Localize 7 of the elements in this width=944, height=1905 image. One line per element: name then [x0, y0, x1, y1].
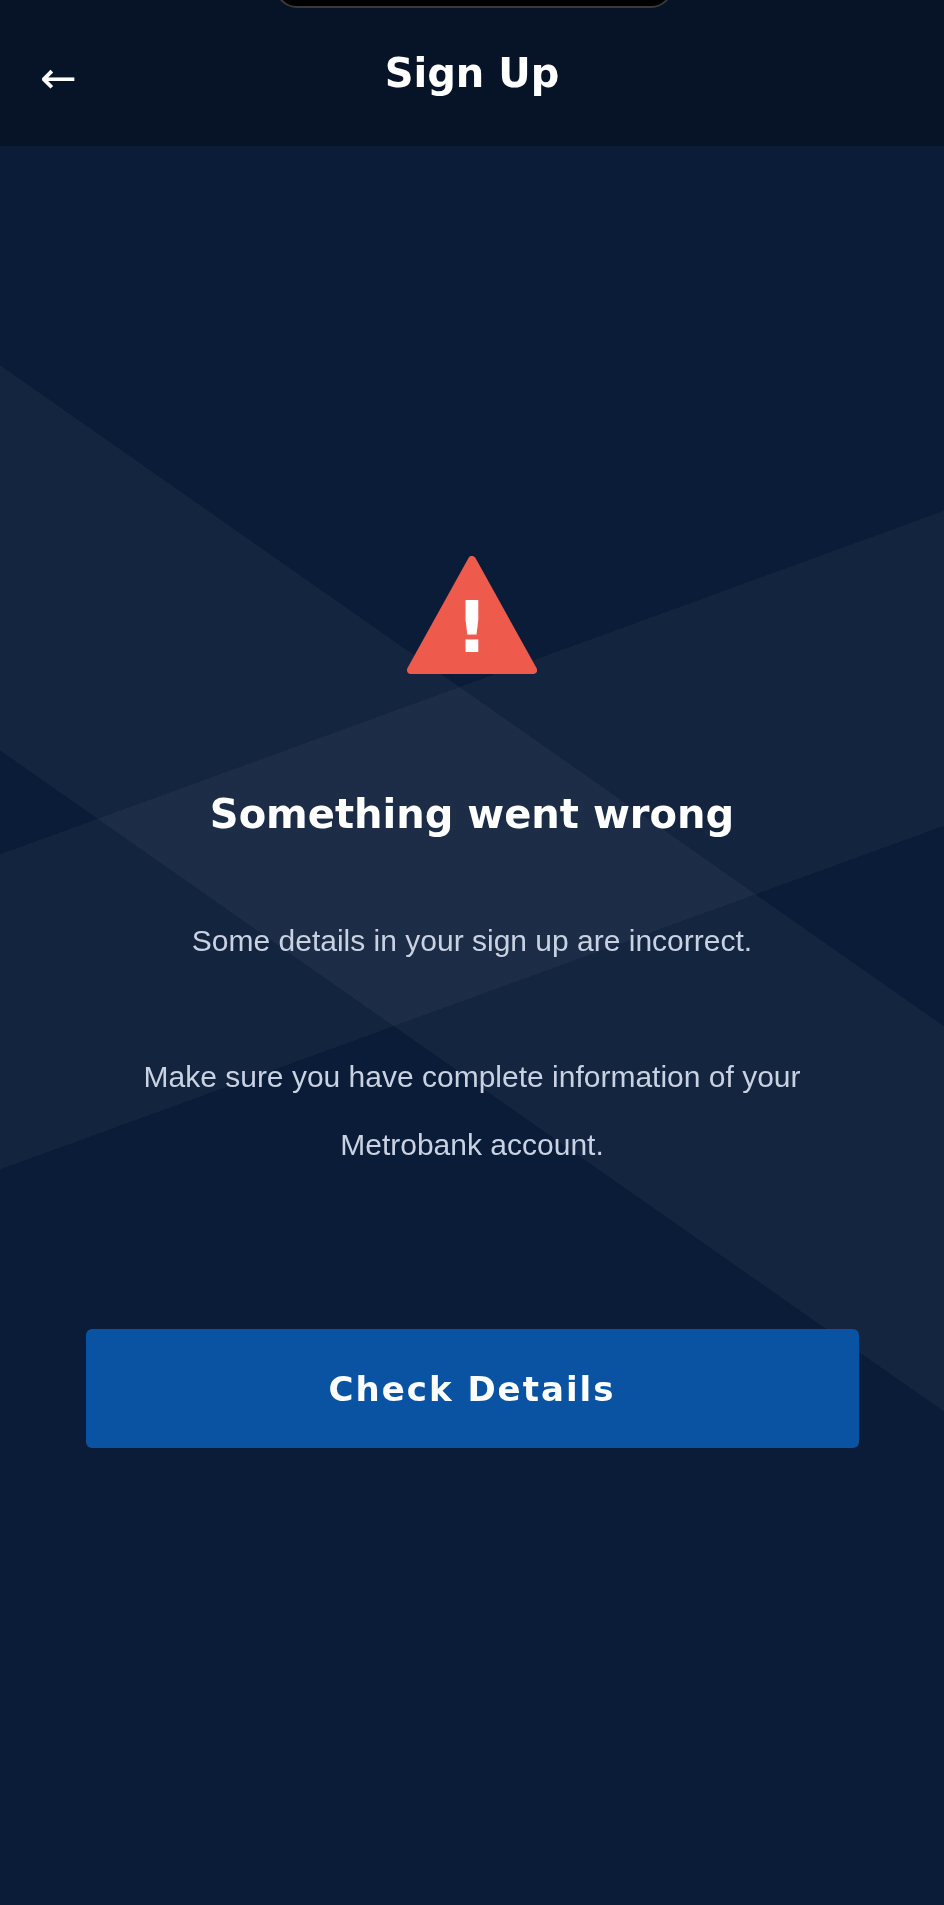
error-message: Make sure you have complete information of your Metrobank account. [142, 1059, 802, 1163]
check-details-button[interactable]: Check Details [85, 1329, 859, 1448]
page-title: Sign Up [384, 50, 560, 96]
error-message: Some details in your sign up are incorrect. [190, 923, 754, 959]
error-title: Something went wrong [209, 791, 735, 837]
warning-icon: ! [407, 556, 537, 676]
back-button[interactable]: ← [36, 56, 81, 100]
